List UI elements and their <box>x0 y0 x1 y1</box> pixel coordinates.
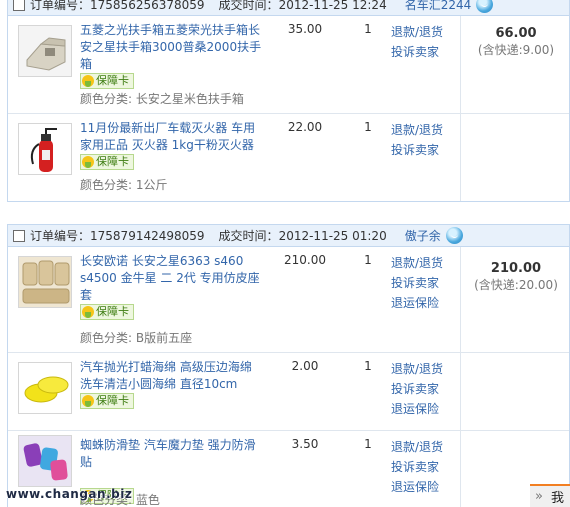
order-item: 五菱之光扶手箱五菱荣光扶手箱长安之星扶手箱3000普桑2000扶手箱 保障卡 颜… <box>8 16 569 114</box>
floating-toolbar[interactable]: » 我 <box>530 484 570 507</box>
order-card: 订单编号： 175879142498059 成交时间： 2012-11-25 0… <box>7 224 570 507</box>
guarantee-label: 保障卡 <box>96 155 129 168</box>
guarantee-badge[interactable]: 保障卡 <box>80 393 134 409</box>
guarantee-label: 保障卡 <box>96 305 129 318</box>
complain-seller-link[interactable]: 投诉卖家 <box>391 42 453 62</box>
order-header: 订单编号： 175856256378059 成交时间： 2012-11-25 1… <box>8 0 569 16</box>
refund-link[interactable]: 退款/退货 <box>391 22 453 42</box>
unit-price: 3.50 <box>291 437 319 451</box>
product-title: 蜘蛛防滑垫 汽车魔力垫 强力防滑贴 <box>80 438 256 469</box>
order-time: 2012-11-25 01:20 <box>278 228 387 243</box>
return-insurance-link[interactable]: 退运保险 <box>391 399 453 419</box>
complain-seller-link[interactable]: 投诉卖家 <box>391 140 453 160</box>
product-thumbnail[interactable] <box>18 123 72 175</box>
order-number: 175879142498059 <box>90 228 205 243</box>
fire-extinguisher-image <box>19 124 71 174</box>
product-title: 长安欧诺 长安之星6363 s460 s4500 金牛星 二 2代 专用仿皮座套 <box>80 254 260 302</box>
wangwang-chat-icon[interactable] <box>445 227 463 244</box>
item-actions: 退款/退货 投诉卖家 <box>391 120 453 160</box>
order-number-label: 订单编号： <box>30 0 91 12</box>
guarantee-icon <box>82 306 94 318</box>
guarantee-icon <box>82 75 94 87</box>
item-actions: 退款/退货 投诉卖家 退运保险 <box>391 253 453 313</box>
item-actions: 退款/退货 投诉卖家 <box>391 22 453 62</box>
toolbar-label: 我 <box>551 491 565 506</box>
guarantee-label: 保障卡 <box>96 74 129 87</box>
armrest-box-image <box>19 26 71 76</box>
complain-seller-link[interactable]: 投诉卖家 <box>391 457 453 477</box>
order-item: 11月份最新出厂车载灭火器 车用家用正品 灭火器 1kg干粉灭火器 保障卡 颜色… <box>8 114 569 201</box>
order-number: 175856256378059 <box>90 0 205 12</box>
product-title-link[interactable]: 11月份最新出厂车载灭火器 车用家用正品 灭火器 1kg干粉灭火器 保障卡 <box>80 120 265 173</box>
product-title-link[interactable]: 五菱之光扶手箱五菱荣光扶手箱长安之星扶手箱3000普桑2000扶手箱 保障卡 <box>80 22 265 92</box>
complain-seller-link[interactable]: 投诉卖家 <box>391 273 453 293</box>
product-title: 11月份最新出厂车载灭火器 车用家用正品 灭火器 1kg干粉灭火器 <box>80 121 256 152</box>
product-attribute: 颜色分类: 长安之星米色扶手箱 <box>80 92 244 106</box>
order-time: 2012-11-25 12:24 <box>278 0 387 12</box>
guarantee-badge[interactable]: 保障卡 <box>80 154 134 170</box>
refund-link[interactable]: 退款/退货 <box>391 253 453 273</box>
complain-seller-link[interactable]: 投诉卖家 <box>391 379 453 399</box>
refund-link[interactable]: 退款/退货 <box>391 359 453 379</box>
order-item: 汽车抛光打蜡海绵 高级压边海绵 洗车清洁小圆海绵 直径10cm 保障卡 2.00… <box>8 353 569 431</box>
guarantee-icon <box>82 156 94 168</box>
product-thumbnail[interactable] <box>18 362 72 414</box>
guarantee-icon <box>82 395 94 407</box>
quantity: 1 <box>364 22 372 36</box>
seller-link[interactable]: 傲子余 <box>405 227 441 244</box>
quantity: 1 <box>364 437 372 451</box>
product-title: 汽车抛光打蜡海绵 高级压边海绵 洗车清洁小圆海绵 直径10cm <box>80 360 252 391</box>
return-insurance-link[interactable]: 退运保险 <box>391 477 453 497</box>
product-title-link[interactable]: 汽车抛光打蜡海绵 高级压边海绵 洗车清洁小圆海绵 直径10cm 保障卡 <box>80 359 265 412</box>
wangwang-chat-icon[interactable] <box>476 0 494 13</box>
product-title-link[interactable]: 长安欧诺 长安之星6363 s460 s4500 金牛星 二 2代 专用仿皮座套… <box>80 253 265 323</box>
guarantee-label: 保障卡 <box>96 394 129 407</box>
product-title: 五菱之光扶手箱五菱荣光扶手箱长安之星扶手箱3000普桑2000扶手箱 <box>80 23 262 71</box>
product-thumbnail[interactable] <box>18 256 72 308</box>
product-thumbnail[interactable] <box>18 435 72 487</box>
quantity: 1 <box>364 253 372 267</box>
unit-price: 210.00 <box>284 253 326 267</box>
order-time-label: 成交时间： <box>218 229 279 243</box>
item-actions: 退款/退货 投诉卖家 退运保险 <box>391 437 453 497</box>
order-select-checkbox[interactable] <box>13 229 25 242</box>
order-header: 订单编号： 175879142498059 成交时间： 2012-11-25 0… <box>8 225 569 247</box>
guarantee-badge[interactable]: 保障卡 <box>80 73 134 89</box>
seller-link[interactable]: 名车汇2244 <box>405 0 472 13</box>
order-select-checkbox[interactable] <box>13 0 25 11</box>
order-card: 订单编号： 175856256378059 成交时间： 2012-11-25 1… <box>7 0 570 202</box>
refund-link[interactable]: 退款/退货 <box>391 437 453 457</box>
seat-cover-image <box>19 257 71 307</box>
quantity: 1 <box>364 120 372 134</box>
unit-price: 2.00 <box>291 359 319 373</box>
unit-price: 35.00 <box>287 22 323 36</box>
expand-arrow-icon[interactable]: » <box>530 489 548 504</box>
product-attribute: 颜色分类: B版前五座 <box>80 331 193 345</box>
quantity: 1 <box>364 359 372 373</box>
anti-slip-mat-image <box>19 436 71 486</box>
item-actions: 退款/退货 投诉卖家 退运保险 <box>391 359 453 419</box>
guarantee-badge[interactable]: 保障卡 <box>80 304 134 320</box>
refund-link[interactable]: 退款/退货 <box>391 120 453 140</box>
order-time-label: 成交时间： <box>218 0 279 12</box>
site-watermark: www.changan.biz <box>6 487 133 501</box>
unit-price: 22.00 <box>287 120 323 134</box>
sponge-image <box>19 363 71 413</box>
product-thumbnail[interactable] <box>18 25 72 77</box>
return-insurance-link[interactable]: 退运保险 <box>391 293 453 313</box>
order-item: 长安欧诺 长安之星6363 s460 s4500 金牛星 二 2代 专用仿皮座套… <box>8 247 569 353</box>
order-number-label: 订单编号： <box>30 229 91 243</box>
product-attribute: 颜色分类: 1公斤 <box>80 178 168 192</box>
